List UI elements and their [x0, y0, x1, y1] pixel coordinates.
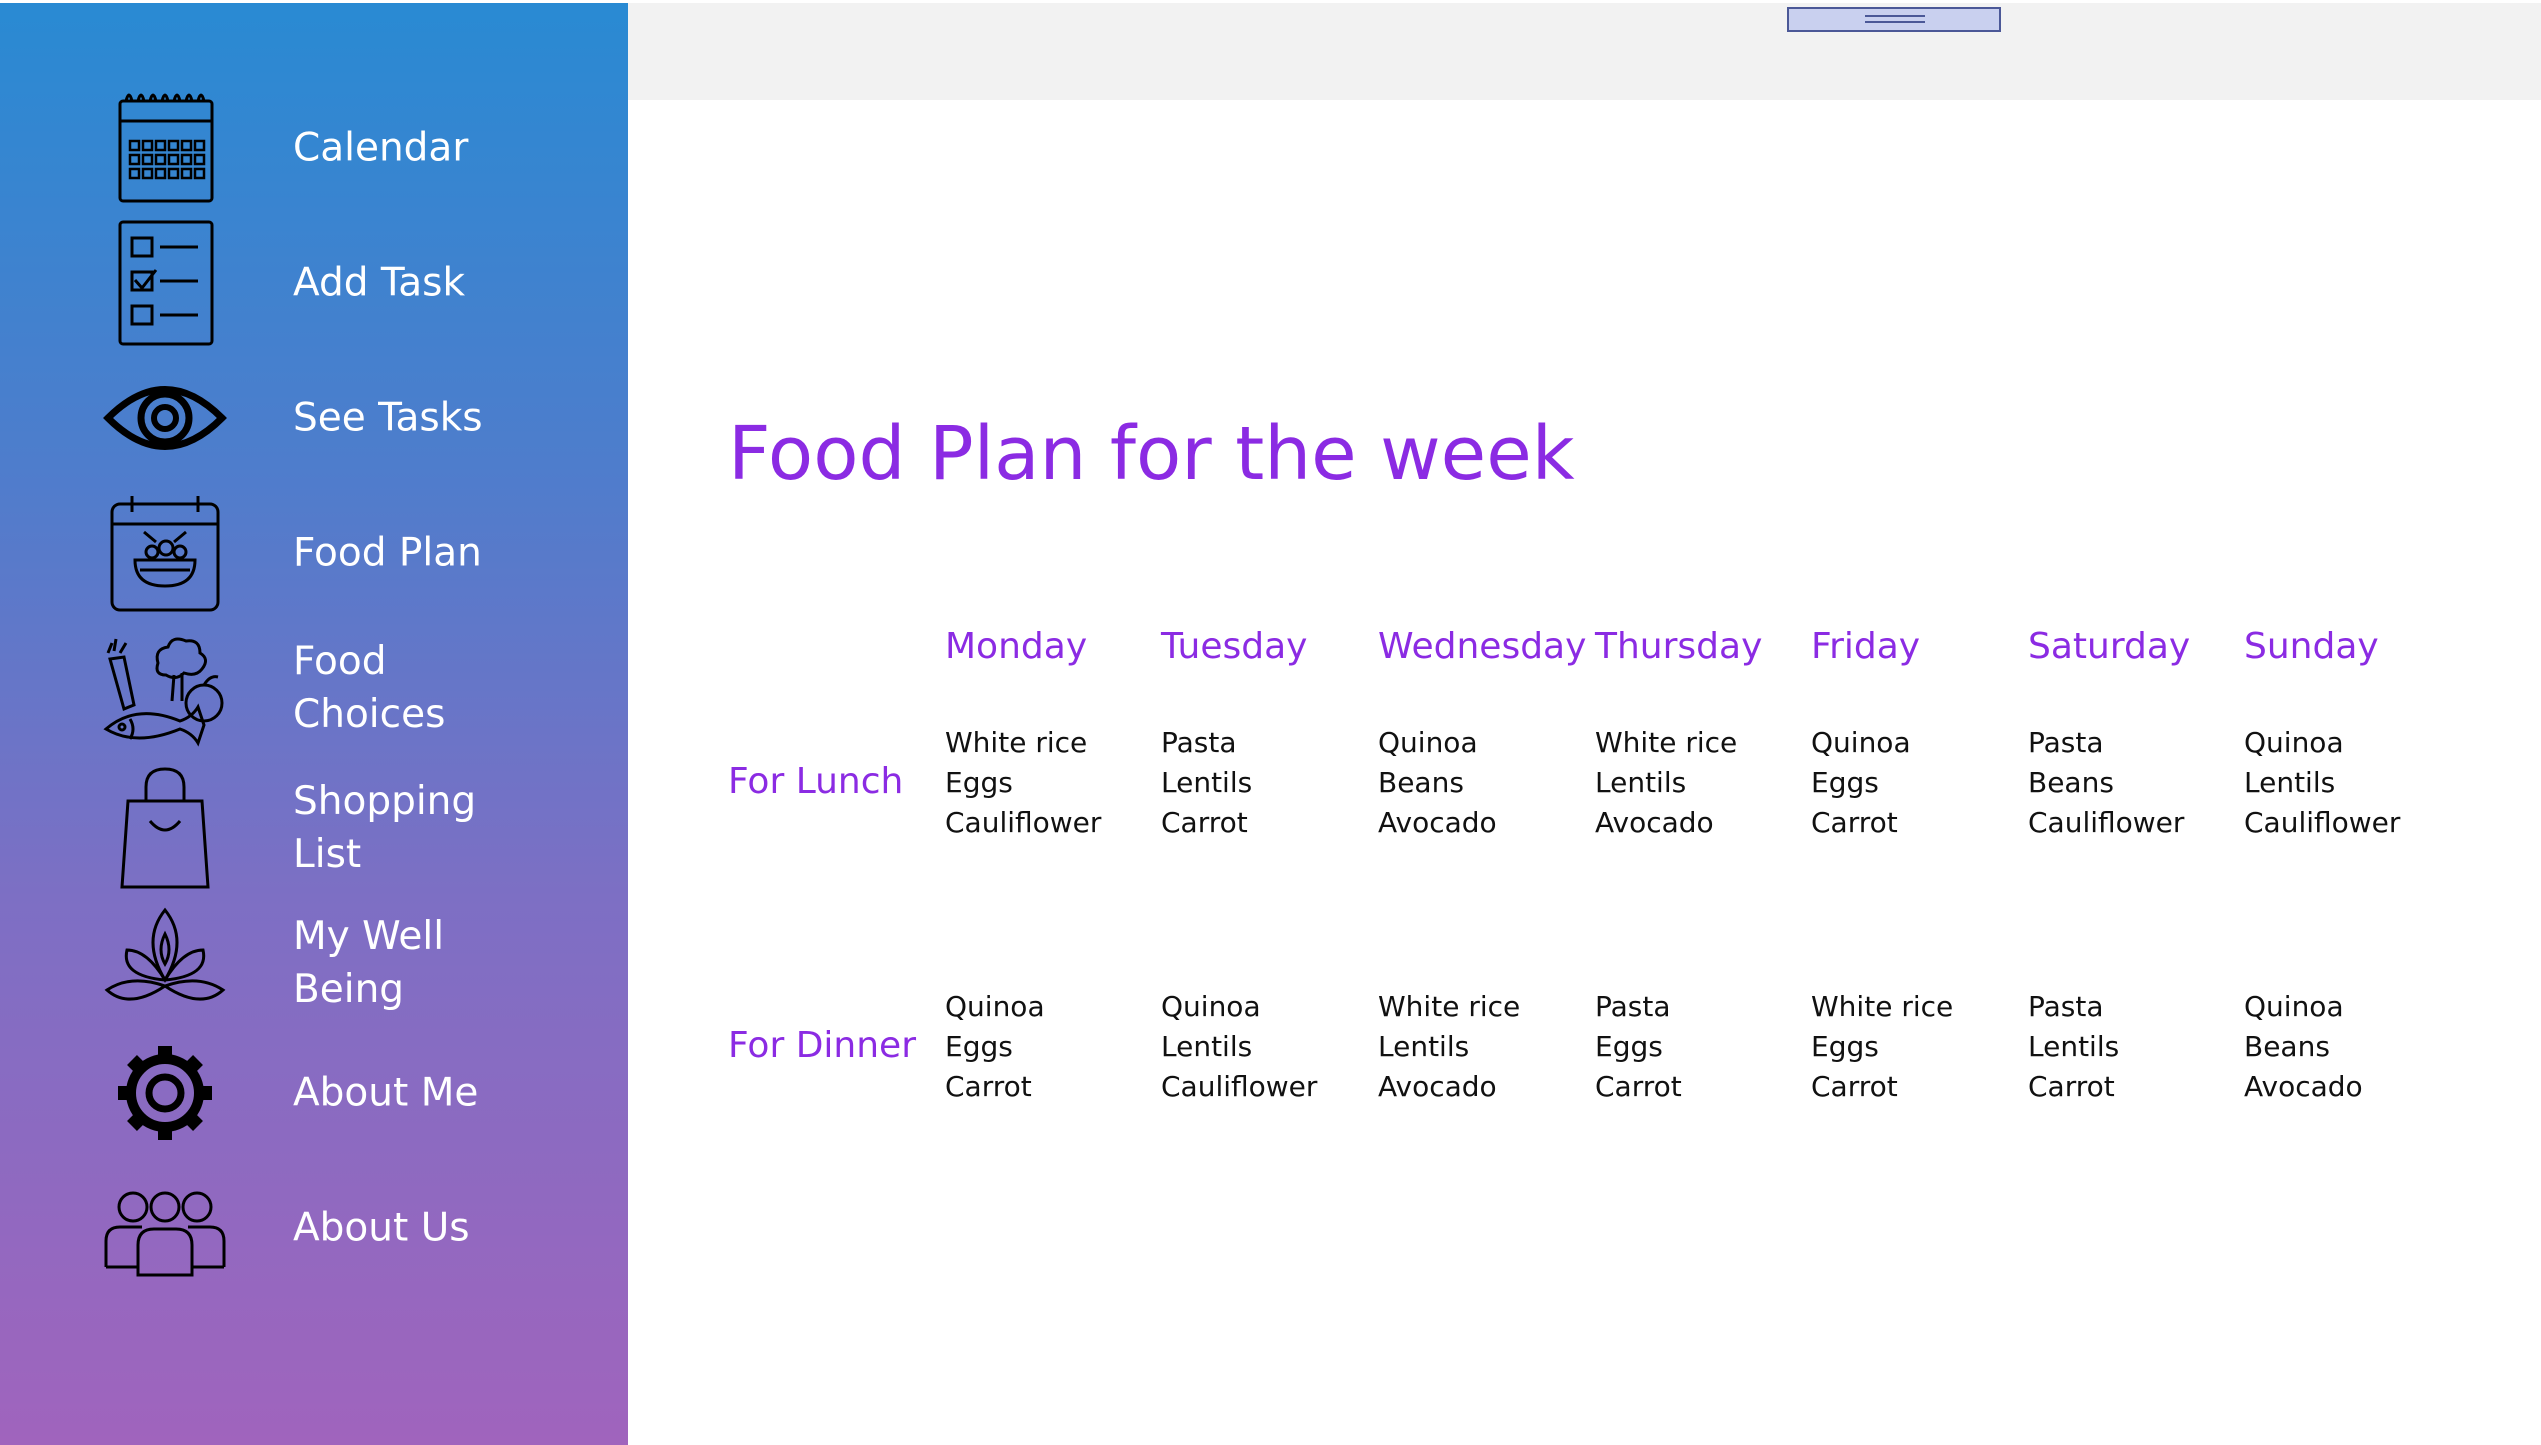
meal-label-lunch: For Lunch — [728, 761, 904, 802]
day-header-saturday: Saturday — [2028, 626, 2191, 667]
meal-item: Carrot — [1811, 1070, 1898, 1103]
meal-cell-dinner-friday: White rice Eggs Carrot — [1811, 987, 2021, 1107]
meal-item: Eggs — [1811, 1030, 1879, 1063]
sidebar-item-shopping-list[interactable]: Shopping List — [0, 763, 628, 893]
sidebar-item-label: About Me — [293, 1070, 479, 1116]
meal-cell-lunch-sunday: Quinoa Lentils Cauliflower — [2244, 723, 2454, 843]
sidebar-item-food-choices[interactable]: Food Choices — [0, 623, 628, 753]
sidebar-item-about-us[interactable]: About Us — [0, 1163, 628, 1293]
meal-item: Quinoa — [1378, 726, 1478, 759]
meal-cell-dinner-monday: Quinoa Eggs Carrot — [945, 987, 1155, 1107]
app-window: Calendar Add Task See Tasks Food Plan Fo… — [0, 0, 2541, 1445]
grip-line — [1865, 15, 1925, 17]
meal-item: Pasta — [2028, 726, 2104, 759]
meal-item: Lentils — [1161, 1030, 1253, 1063]
meal-cell-dinner-saturday: Pasta Lentils Carrot — [2028, 987, 2238, 1107]
sidebar-item-label: Food Choices — [293, 639, 446, 737]
meal-item: Cauliflower — [945, 806, 1102, 839]
meal-cell-lunch-friday: Quinoa Eggs Carrot — [1811, 723, 2021, 843]
sidebar-item-label: My Well Being — [293, 914, 445, 1012]
meal-cell-lunch-thursday: White rice Lentils Avocado — [1595, 723, 1805, 843]
meal-item: Carrot — [2028, 1070, 2115, 1103]
pane-drag-handle-icon[interactable] — [1787, 7, 2001, 32]
sidebar-item-label: Calendar — [293, 125, 469, 171]
meal-item: Avocado — [1378, 806, 1497, 839]
meal-item: Avocado — [1595, 806, 1714, 839]
meal-cell-lunch-tuesday: Pasta Lentils Carrot — [1161, 723, 1371, 843]
meal-item: Carrot — [1811, 806, 1898, 839]
meal-item: Lentils — [1378, 1030, 1470, 1063]
meal-item: Avocado — [2244, 1070, 2363, 1103]
meal-item: Beans — [1378, 766, 1464, 799]
meal-item: Carrot — [945, 1070, 1032, 1103]
meal-item: Eggs — [1811, 766, 1879, 799]
meal-item: Pasta — [1161, 726, 1237, 759]
meal-label-dinner: For Dinner — [728, 1025, 916, 1066]
gear-icon — [100, 1028, 230, 1158]
meal-item: Eggs — [945, 766, 1013, 799]
meal-cell-lunch-wednesday: Quinoa Beans Avocado — [1378, 723, 1588, 843]
meal-item: White rice — [1378, 990, 1521, 1023]
day-header-sunday: Sunday — [2244, 626, 2379, 667]
meal-item: Eggs — [1595, 1030, 1663, 1063]
meal-item: Quinoa — [2244, 726, 2344, 759]
meal-item: Cauliflower — [1161, 1070, 1318, 1103]
top-bar — [628, 3, 2541, 100]
meal-item: Carrot — [1595, 1070, 1682, 1103]
lotus-icon — [100, 898, 230, 1028]
sidebar-item-label: Add Task — [293, 260, 466, 306]
meal-item: Quinoa — [945, 990, 1045, 1023]
meal-cell-dinner-wednesday: White rice Lentils Avocado — [1378, 987, 1588, 1107]
meal-item: Quinoa — [1161, 990, 1261, 1023]
meal-item: Quinoa — [1811, 726, 1911, 759]
meal-cell-lunch-saturday: Pasta Beans Cauliflower — [2028, 723, 2238, 843]
vegetables-fish-icon — [100, 623, 230, 753]
eye-icon — [100, 353, 230, 483]
meal-item: Pasta — [1595, 990, 1671, 1023]
meal-item: White rice — [1811, 990, 1954, 1023]
sidebar-item-see-tasks[interactable]: See Tasks — [0, 353, 628, 483]
meal-item: Cauliflower — [2028, 806, 2185, 839]
people-group-icon — [100, 1163, 230, 1293]
meal-cell-lunch-monday: White rice Eggs Cauliflower — [945, 723, 1155, 843]
sidebar-item-label: About Us — [293, 1205, 470, 1251]
meal-item: Avocado — [1378, 1070, 1497, 1103]
meal-item: White rice — [1595, 726, 1738, 759]
shopping-bag-icon — [100, 763, 230, 893]
sidebar-item-label: Shopping List — [293, 779, 477, 877]
meal-cell-dinner-thursday: Pasta Eggs Carrot — [1595, 987, 1805, 1107]
meal-item: Cauliflower — [2244, 806, 2401, 839]
meal-item: Carrot — [1161, 806, 1248, 839]
meal-item: Lentils — [2244, 766, 2336, 799]
meal-cell-dinner-tuesday: Quinoa Lentils Cauliflower — [1161, 987, 1371, 1107]
meal-item: White rice — [945, 726, 1088, 759]
day-header-tuesday: Tuesday — [1161, 626, 1308, 667]
day-header-thursday: Thursday — [1595, 626, 1763, 667]
day-header-friday: Friday — [1811, 626, 1921, 667]
meal-item: Quinoa — [2244, 990, 2344, 1023]
grip-line — [1865, 21, 1925, 23]
food-bowl-calendar-icon — [100, 488, 230, 618]
checklist-icon — [100, 218, 230, 348]
meal-item: Lentils — [2028, 1030, 2120, 1063]
sidebar-item-calendar[interactable]: Calendar — [0, 83, 628, 213]
meal-item: Pasta — [2028, 990, 2104, 1023]
day-header-monday: Monday — [945, 626, 1088, 667]
calendar-icon — [100, 83, 230, 213]
meal-item: Eggs — [945, 1030, 1013, 1063]
meal-item: Beans — [2244, 1030, 2330, 1063]
sidebar-item-my-well-being[interactable]: My Well Being — [0, 898, 628, 1028]
day-header-wednesday: Wednesday — [1378, 626, 1587, 667]
sidebar: Calendar Add Task See Tasks Food Plan Fo… — [0, 3, 628, 1445]
meal-item: Beans — [2028, 766, 2114, 799]
sidebar-item-food-plan[interactable]: Food Plan — [0, 488, 628, 618]
meal-item: Lentils — [1161, 766, 1253, 799]
sidebar-item-add-task[interactable]: Add Task — [0, 218, 628, 348]
sidebar-item-about-me[interactable]: About Me — [0, 1028, 628, 1158]
sidebar-item-label: Food Plan — [293, 530, 482, 576]
page-title: Food Plan for the week — [728, 411, 1575, 497]
meal-item: Lentils — [1595, 766, 1687, 799]
sidebar-item-label: See Tasks — [293, 395, 483, 441]
meal-cell-dinner-sunday: Quinoa Beans Avocado — [2244, 987, 2454, 1107]
